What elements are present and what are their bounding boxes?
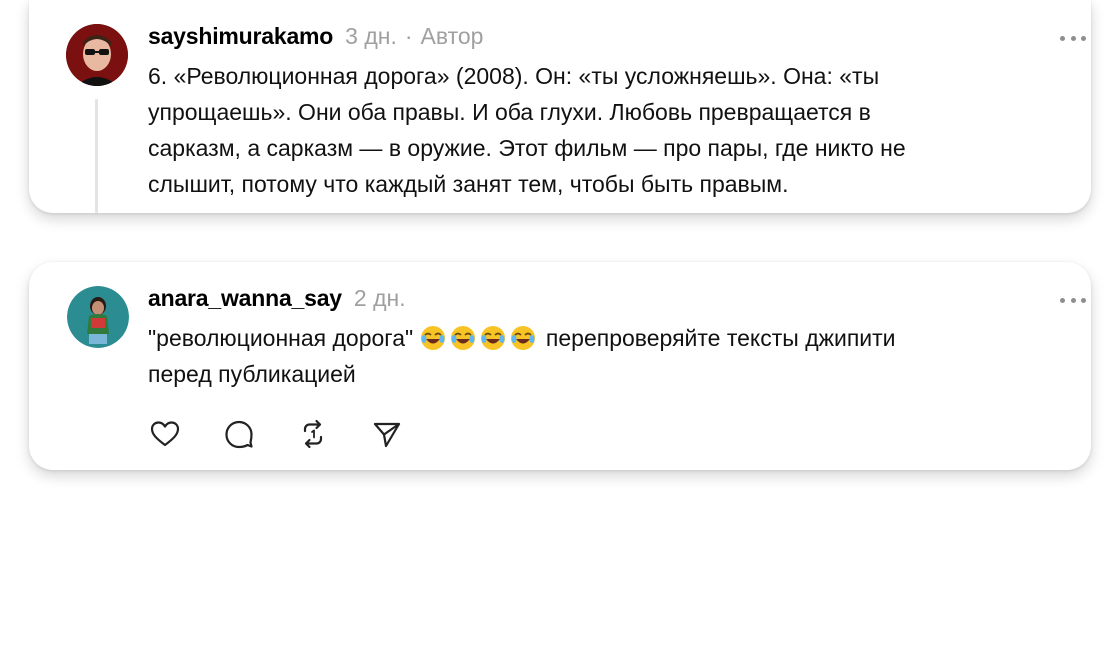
comment-actions [149,418,403,450]
repost-icon [303,419,323,449]
username[interactable]: sayshimurakamo [148,23,333,50]
send-icon [373,422,401,448]
thread-line [95,99,98,213]
meta-separator: · [404,23,413,49]
author-badge: Автор [420,23,484,49]
comment-text-line: упрощаешь». Они оба правы. И оба глухи. … [148,99,871,125]
avatar-sayshimurakamo[interactable] [66,24,128,86]
avatar-anara_wanna_say[interactable] [67,286,129,348]
more-horizontal-icon[interactable] [1060,296,1086,304]
like-button[interactable] [149,418,181,450]
username[interactable]: anara_wanna_say [148,285,342,312]
laughing-emoji-row [420,325,540,351]
repost-button[interactable] [297,418,329,450]
laughing-emoji-icon [450,326,475,350]
comment-text-line: "революционная дорога" перепроверяйте те… [148,320,896,356]
comment-text-1: 6. «Революционная дорога» (2008). Он: «т… [148,58,906,202]
laughing-emoji-icon [480,326,505,350]
share-button[interactable] [371,418,403,450]
comment-text-quote: "революционная дорога" [148,325,420,351]
comment-icon [225,420,253,449]
timestamp: 3 дн. [345,23,397,49]
comment-text-line: слышит, потому что каждый занят тем, что… [148,171,789,197]
comment-text-2: "революционная дорога" перепроверяйте те… [148,320,896,392]
comment-text-line: перед публикацией [148,361,356,387]
comment-text-line: сарказм, а сарказм — в оружие. Этот филь… [148,135,906,161]
comment-text-rest: перепроверяйте тексты джипити [539,325,896,351]
comment-text-line: 6. «Революционная дорога» (2008). Он: «т… [148,63,880,89]
more-horizontal-icon[interactable] [1060,34,1086,42]
comment-header-2: anara_wanna_say 2 дн. [148,285,406,312]
laughing-emoji-icon [420,326,445,350]
comments-page: sayshimurakamo 3 дн. · Автор 6. «Революц… [0,0,1120,669]
reply-button[interactable] [223,418,255,450]
timestamp: 2 дн. [353,285,406,311]
laughing-emoji-icon [510,326,535,350]
comment-header-1: sayshimurakamo 3 дн. · Автор [148,23,483,50]
heart-icon [150,421,180,447]
